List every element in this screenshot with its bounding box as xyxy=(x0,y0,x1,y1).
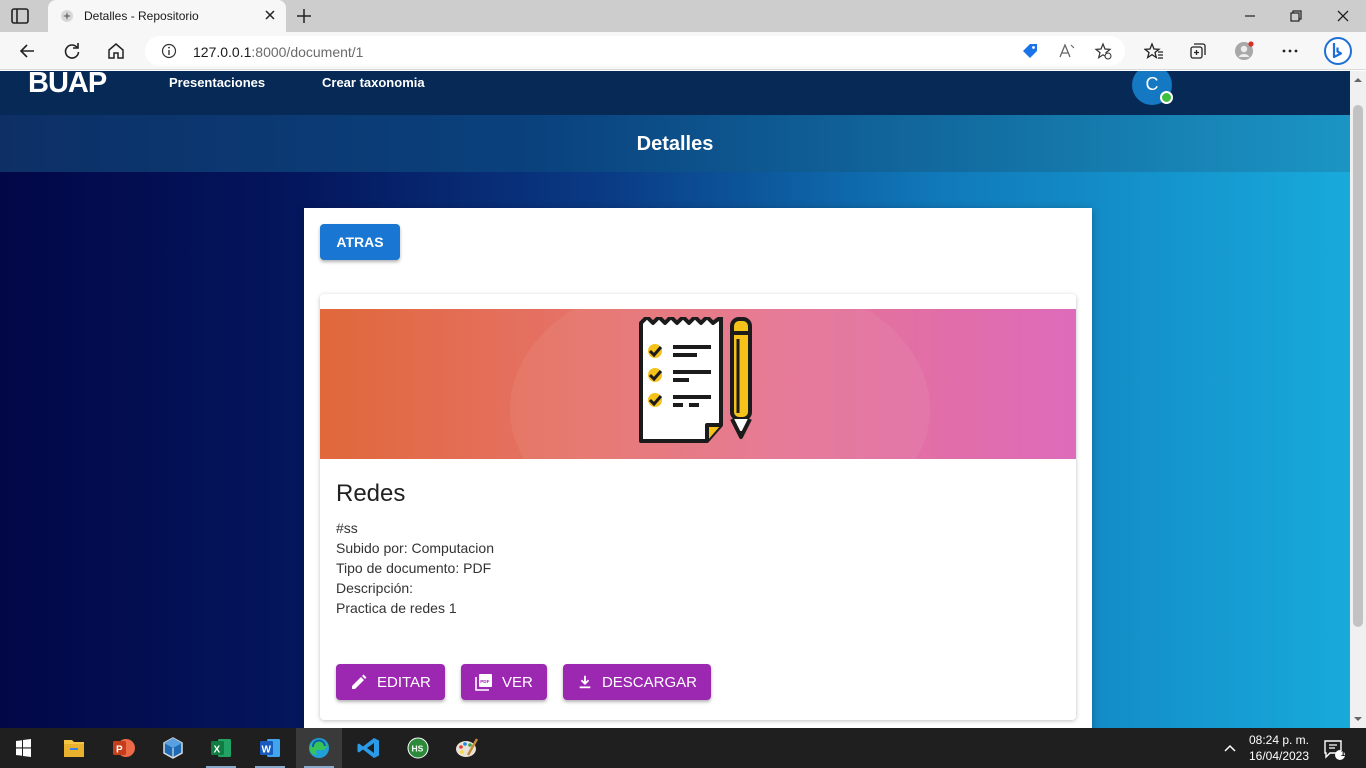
tab-title: Detalles - Repositorio xyxy=(84,9,199,23)
heidisql-icon: HS xyxy=(407,737,429,759)
pdf-icon: PDF xyxy=(475,674,492,691)
taskbar-file-explorer[interactable] xyxy=(51,728,97,768)
taskbar-paint[interactable] xyxy=(444,728,490,768)
windows-taskbar: P X W HS 08:24 p. m. 16/04/2023 1 xyxy=(0,728,1366,768)
svg-text:P: P xyxy=(116,745,123,756)
taskbar-powerpoint[interactable]: P xyxy=(100,728,146,768)
svg-text:HS: HS xyxy=(412,744,424,754)
chevron-up-icon[interactable] xyxy=(1222,740,1238,756)
scroll-thumb[interactable] xyxy=(1353,105,1363,627)
favicon-icon xyxy=(61,10,73,22)
notification-count: 1 xyxy=(1340,749,1346,758)
excel-icon: X xyxy=(211,739,231,757)
description-label: Descripción: xyxy=(336,580,414,596)
scroll-down-icon[interactable] xyxy=(1353,714,1363,724)
more-options-icon[interactable] xyxy=(1280,41,1300,61)
add-favorite-icon[interactable] xyxy=(1094,42,1112,60)
checklist-pencil-icon xyxy=(639,317,752,443)
online-status-dot xyxy=(1160,91,1173,104)
taskbar-clock[interactable]: 08:24 p. m. 16/04/2023 xyxy=(1244,732,1314,764)
back-button[interactable]: ATRAS xyxy=(320,224,400,260)
nav-link-presentaciones[interactable]: Presentaciones xyxy=(169,75,265,90)
download-button-label: DESCARGAR xyxy=(601,673,697,691)
vscode-icon xyxy=(357,738,379,758)
pencil-icon xyxy=(352,674,367,689)
read-aloud-icon[interactable] xyxy=(1058,42,1076,60)
restore-icon[interactable] xyxy=(1286,6,1306,26)
clock-time: 08:24 p. m. xyxy=(1248,733,1310,747)
document-title: Redes xyxy=(336,480,406,507)
taskbar-vscode[interactable] xyxy=(346,728,392,768)
folder-icon xyxy=(64,740,84,757)
browser-address-bar: 127.0.0.1:8000/document/1 xyxy=(0,32,1366,70)
scroll-up-icon[interactable] xyxy=(1353,75,1363,85)
minimize-icon[interactable] xyxy=(1240,6,1260,26)
document-card: Redes #ss Subido por: Computacion Tipo d… xyxy=(320,294,1076,720)
url-text: 127.0.0.1:8000/document/1 xyxy=(193,44,363,60)
paint-palette-icon xyxy=(456,738,479,757)
start-button[interactable] xyxy=(0,728,46,768)
title-band: Detalles xyxy=(0,115,1350,172)
edge-icon xyxy=(309,738,329,758)
virtualbox-icon xyxy=(163,737,183,759)
svg-text:X: X xyxy=(214,745,221,756)
document-uploader: Subido por: Computacion xyxy=(336,540,494,556)
browser-tab-bar: Detalles - Repositorio xyxy=(0,0,1366,32)
document-tag: #ss xyxy=(336,520,358,536)
edit-button[interactable]: EDITAR xyxy=(336,664,445,700)
document-banner xyxy=(320,309,1076,459)
word-icon: W xyxy=(260,739,280,757)
taskbar-word[interactable]: W xyxy=(247,728,293,768)
new-tab-icon[interactable] xyxy=(294,6,314,26)
url-field[interactable]: 127.0.0.1:8000/document/1 xyxy=(145,36,1125,66)
view-button-label: VER xyxy=(502,673,533,691)
tab-actions-icon[interactable] xyxy=(10,7,30,25)
back-arrow-icon[interactable] xyxy=(18,41,38,61)
taskbar-edge[interactable] xyxy=(296,728,342,768)
download-button[interactable]: DESCARGAR xyxy=(563,664,711,700)
url-host: 127.0.0.1 xyxy=(193,44,252,60)
nav-link-crear-taxonomia[interactable]: Crear taxonomia xyxy=(322,75,425,90)
browser-tab-active[interactable]: Detalles - Repositorio xyxy=(48,0,286,32)
coupon-tag-icon[interactable] xyxy=(1021,42,1039,60)
document-type: Tipo de documento: PDF xyxy=(336,560,492,576)
taskbar-heidisql[interactable]: HS xyxy=(395,728,441,768)
svg-text:W: W xyxy=(262,745,272,756)
favorites-icon[interactable] xyxy=(1144,41,1164,61)
document-description: Practica de redes 1 xyxy=(336,600,457,616)
bing-copilot-icon[interactable] xyxy=(1323,36,1353,66)
site-header: BUAP Presentaciones Crear taxonomia C xyxy=(0,71,1350,115)
home-icon[interactable] xyxy=(106,41,126,61)
download-icon xyxy=(579,675,591,689)
taskbar-excel[interactable]: X xyxy=(198,728,244,768)
edit-button-label: EDITAR xyxy=(377,673,431,691)
page-title: Detalles xyxy=(636,133,714,155)
site-info-icon[interactable] xyxy=(161,43,177,59)
collections-icon[interactable] xyxy=(1188,41,1208,61)
view-button[interactable]: PDF VER xyxy=(461,664,547,700)
windows-logo-icon xyxy=(16,739,31,757)
taskbar-virtualbox[interactable] xyxy=(150,728,196,768)
page-scrollbar[interactable] xyxy=(1350,71,1366,728)
clock-date: 16/04/2023 xyxy=(1248,749,1310,763)
close-window-icon[interactable] xyxy=(1333,6,1353,26)
site-logo[interactable]: BUAP xyxy=(28,71,107,100)
url-path: :8000/document/1 xyxy=(251,44,364,60)
svg-text:PDF: PDF xyxy=(480,679,489,684)
close-tab-icon[interactable] xyxy=(262,7,278,23)
details-card: ATRAS Redes #ss Subido por: Computacion … xyxy=(304,208,1092,728)
profile-icon[interactable] xyxy=(1234,41,1254,61)
page-viewport: BUAP Presentaciones Crear taxonomia C De… xyxy=(0,71,1350,728)
powerpoint-icon: P xyxy=(113,739,135,757)
refresh-icon[interactable] xyxy=(62,41,82,61)
